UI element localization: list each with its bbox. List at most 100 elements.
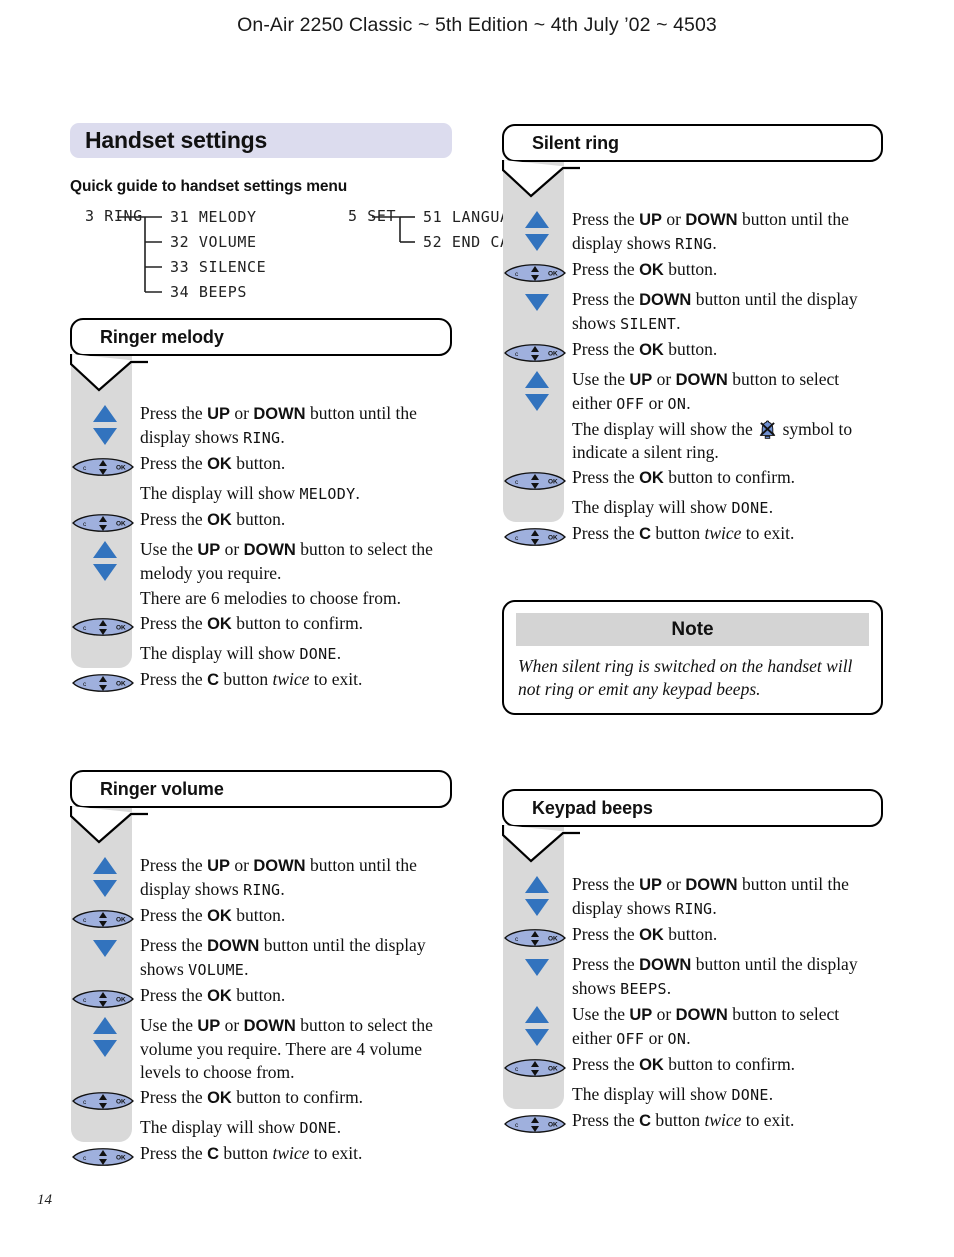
step-row: c OK Press the OK button. [70,508,452,536]
svg-text:OK: OK [116,1099,126,1106]
svg-text:OK: OK [548,936,558,943]
up-down-arrows-icon [93,857,117,897]
section-header-bubble: Ringer volume [70,770,452,808]
step-row: c OK Press the OK button. [70,984,452,1012]
step-icon-slot[interactable] [70,854,140,898]
step-icon-slot[interactable]: c OK [502,258,572,286]
step-text: Press the DOWN button until the display … [572,289,858,333]
step-icon-slot[interactable]: c OK [502,522,572,550]
nav-key-icon: c OK [503,1115,566,1133]
menu-tree-item: 34 BEEPS [170,283,248,301]
menu-tree-item: 32 VOLUME [170,233,257,251]
step-icon-slot[interactable]: c OK [502,338,572,366]
step-text: Press the OK button to confirm. [140,1087,364,1107]
step-row: c OK Press the OK button to confirm. [502,1053,883,1081]
step-text: The display will show DONE. [140,643,342,663]
step-icon-slot[interactable] [502,368,572,412]
bubble-tail [501,160,582,198]
svg-text:OK: OK [548,1066,558,1073]
section-ringer-volume: Ringer volume Press the UP or DOWN button… [69,770,452,1172]
step-text: Use the UP or DOWN button to select eith… [572,369,840,413]
step-text: Press the OK button. [572,924,718,944]
step-icon-slot[interactable]: c OK [502,466,572,494]
step-icon-slot[interactable] [502,953,572,977]
step-text: Press the C button twice to exit. [140,669,363,689]
step-icon-slot[interactable] [70,402,140,446]
nav-key-icon: c OK [71,1148,134,1166]
silent-ring-bell-icon [759,420,776,439]
step-icon-slot [70,1116,140,1118]
section-header-bubble: Keypad beeps [502,789,883,827]
nav-key-icon: c OK [71,990,134,1008]
step-icon-slot[interactable]: c OK [502,1053,572,1081]
step-icon-slot[interactable]: c OK [70,984,140,1012]
svg-text:OK: OK [116,465,126,472]
step-row: Press the UP or DOWN button until the di… [70,854,452,902]
down-arrow-icon [525,294,549,311]
up-down-arrows-icon [93,1017,117,1057]
step-icon-slot[interactable]: c OK [70,1142,140,1170]
step-icon-slot[interactable]: c OK [70,1086,140,1114]
step-icon-slot[interactable]: c OK [502,1109,572,1137]
step-icon-slot [502,418,572,420]
step-row: Press the DOWN button until the display … [502,288,883,336]
up-down-arrows-icon [525,371,549,411]
up-down-arrows-icon [525,876,549,916]
step-text: The display will show DONE. [572,497,774,517]
step-row: Press the UP or DOWN button until the di… [70,402,452,450]
up-down-arrows-icon [93,405,117,445]
step-text: Press the OK button. [140,453,286,473]
page-number: 14 [37,1192,52,1208]
up-down-arrows-icon [93,541,117,581]
step-text: Press the UP or DOWN button until the di… [140,855,417,899]
step-text: Press the OK button. [140,985,286,1005]
quick-guide-subtitle: Quick guide to handset settings menu [70,178,348,195]
quick-guide-menu-tree: 3 RING 31 MELODY 32 VOLUME 33 SILENCE 34 BEE… [70,205,528,301]
step-text: Use the UP or DOWN button to select the … [140,539,433,583]
step-icon-slot[interactable] [70,538,140,582]
step-text: Use the UP or DOWN button to select the … [140,1015,433,1082]
menu-tree-items: 31 MELODY 32 VOLUME 33 SILENCE 34 BEEPS [170,205,266,305]
svg-text:OK: OK [548,1122,558,1129]
step-icon-slot[interactable]: c OK [70,668,140,696]
step-text: Press the OK button to confirm. [140,613,364,633]
page-running-header: On-Air 2250 Classic ~ 5th Edition ~ 4th … [237,14,717,36]
step-icon-slot[interactable] [502,288,572,312]
step-text: Press the C button twice to exit. [572,523,795,543]
nav-key-icon: c OK [71,1092,134,1110]
step-text: Press the UP or DOWN button until the di… [572,209,849,253]
svg-text:OK: OK [548,351,558,358]
step-row: c OK Press the C button twice to exit. [70,668,452,696]
step-icon-slot[interactable]: c OK [70,904,140,932]
steps-list: Press the UP or DOWN button until the di… [502,196,883,550]
step-row: c OK Press the OK button. [70,904,452,932]
step-row: Use the UP or DOWN button to select eith… [502,368,883,416]
step-icon-slot[interactable] [502,873,572,917]
step-icon-slot[interactable] [70,934,140,958]
step-icon-slot [502,496,572,498]
step-text: Press the DOWN button until the display … [572,954,858,998]
step-icon-slot [502,1083,572,1085]
step-text: The display will show DONE. [572,1084,774,1104]
section-title: Ringer volume [100,778,224,799]
step-row: The display will show DONE. [502,496,883,520]
step-row: Press the DOWN button until the display … [502,953,883,1001]
step-icon-slot[interactable]: c OK [70,508,140,536]
step-icon-slot[interactable] [502,1003,572,1047]
step-row: c OK Press the OK button. [502,258,883,286]
step-text: Press the OK button. [572,259,718,279]
step-icon-slot[interactable]: c OK [502,923,572,951]
note-box: Note When silent ring is switched on the… [502,600,883,715]
step-icon-slot[interactable]: c OK [70,452,140,480]
nav-key-icon: c OK [503,472,566,490]
step-icon-slot[interactable] [70,1014,140,1058]
nav-key-icon: c OK [503,929,566,947]
section-ringer-melody: Ringer melody Press the UP or DOWN button… [69,318,452,698]
step-icon-slot[interactable] [502,208,572,252]
step-text: Press the OK button. [140,509,286,529]
step-icon-slot[interactable]: c OK [70,612,140,640]
svg-text:OK: OK [116,681,126,688]
page-title: Handset settings [85,127,268,153]
down-arrow-icon [93,940,117,957]
step-row: Press the UP or DOWN button until the di… [502,208,883,256]
